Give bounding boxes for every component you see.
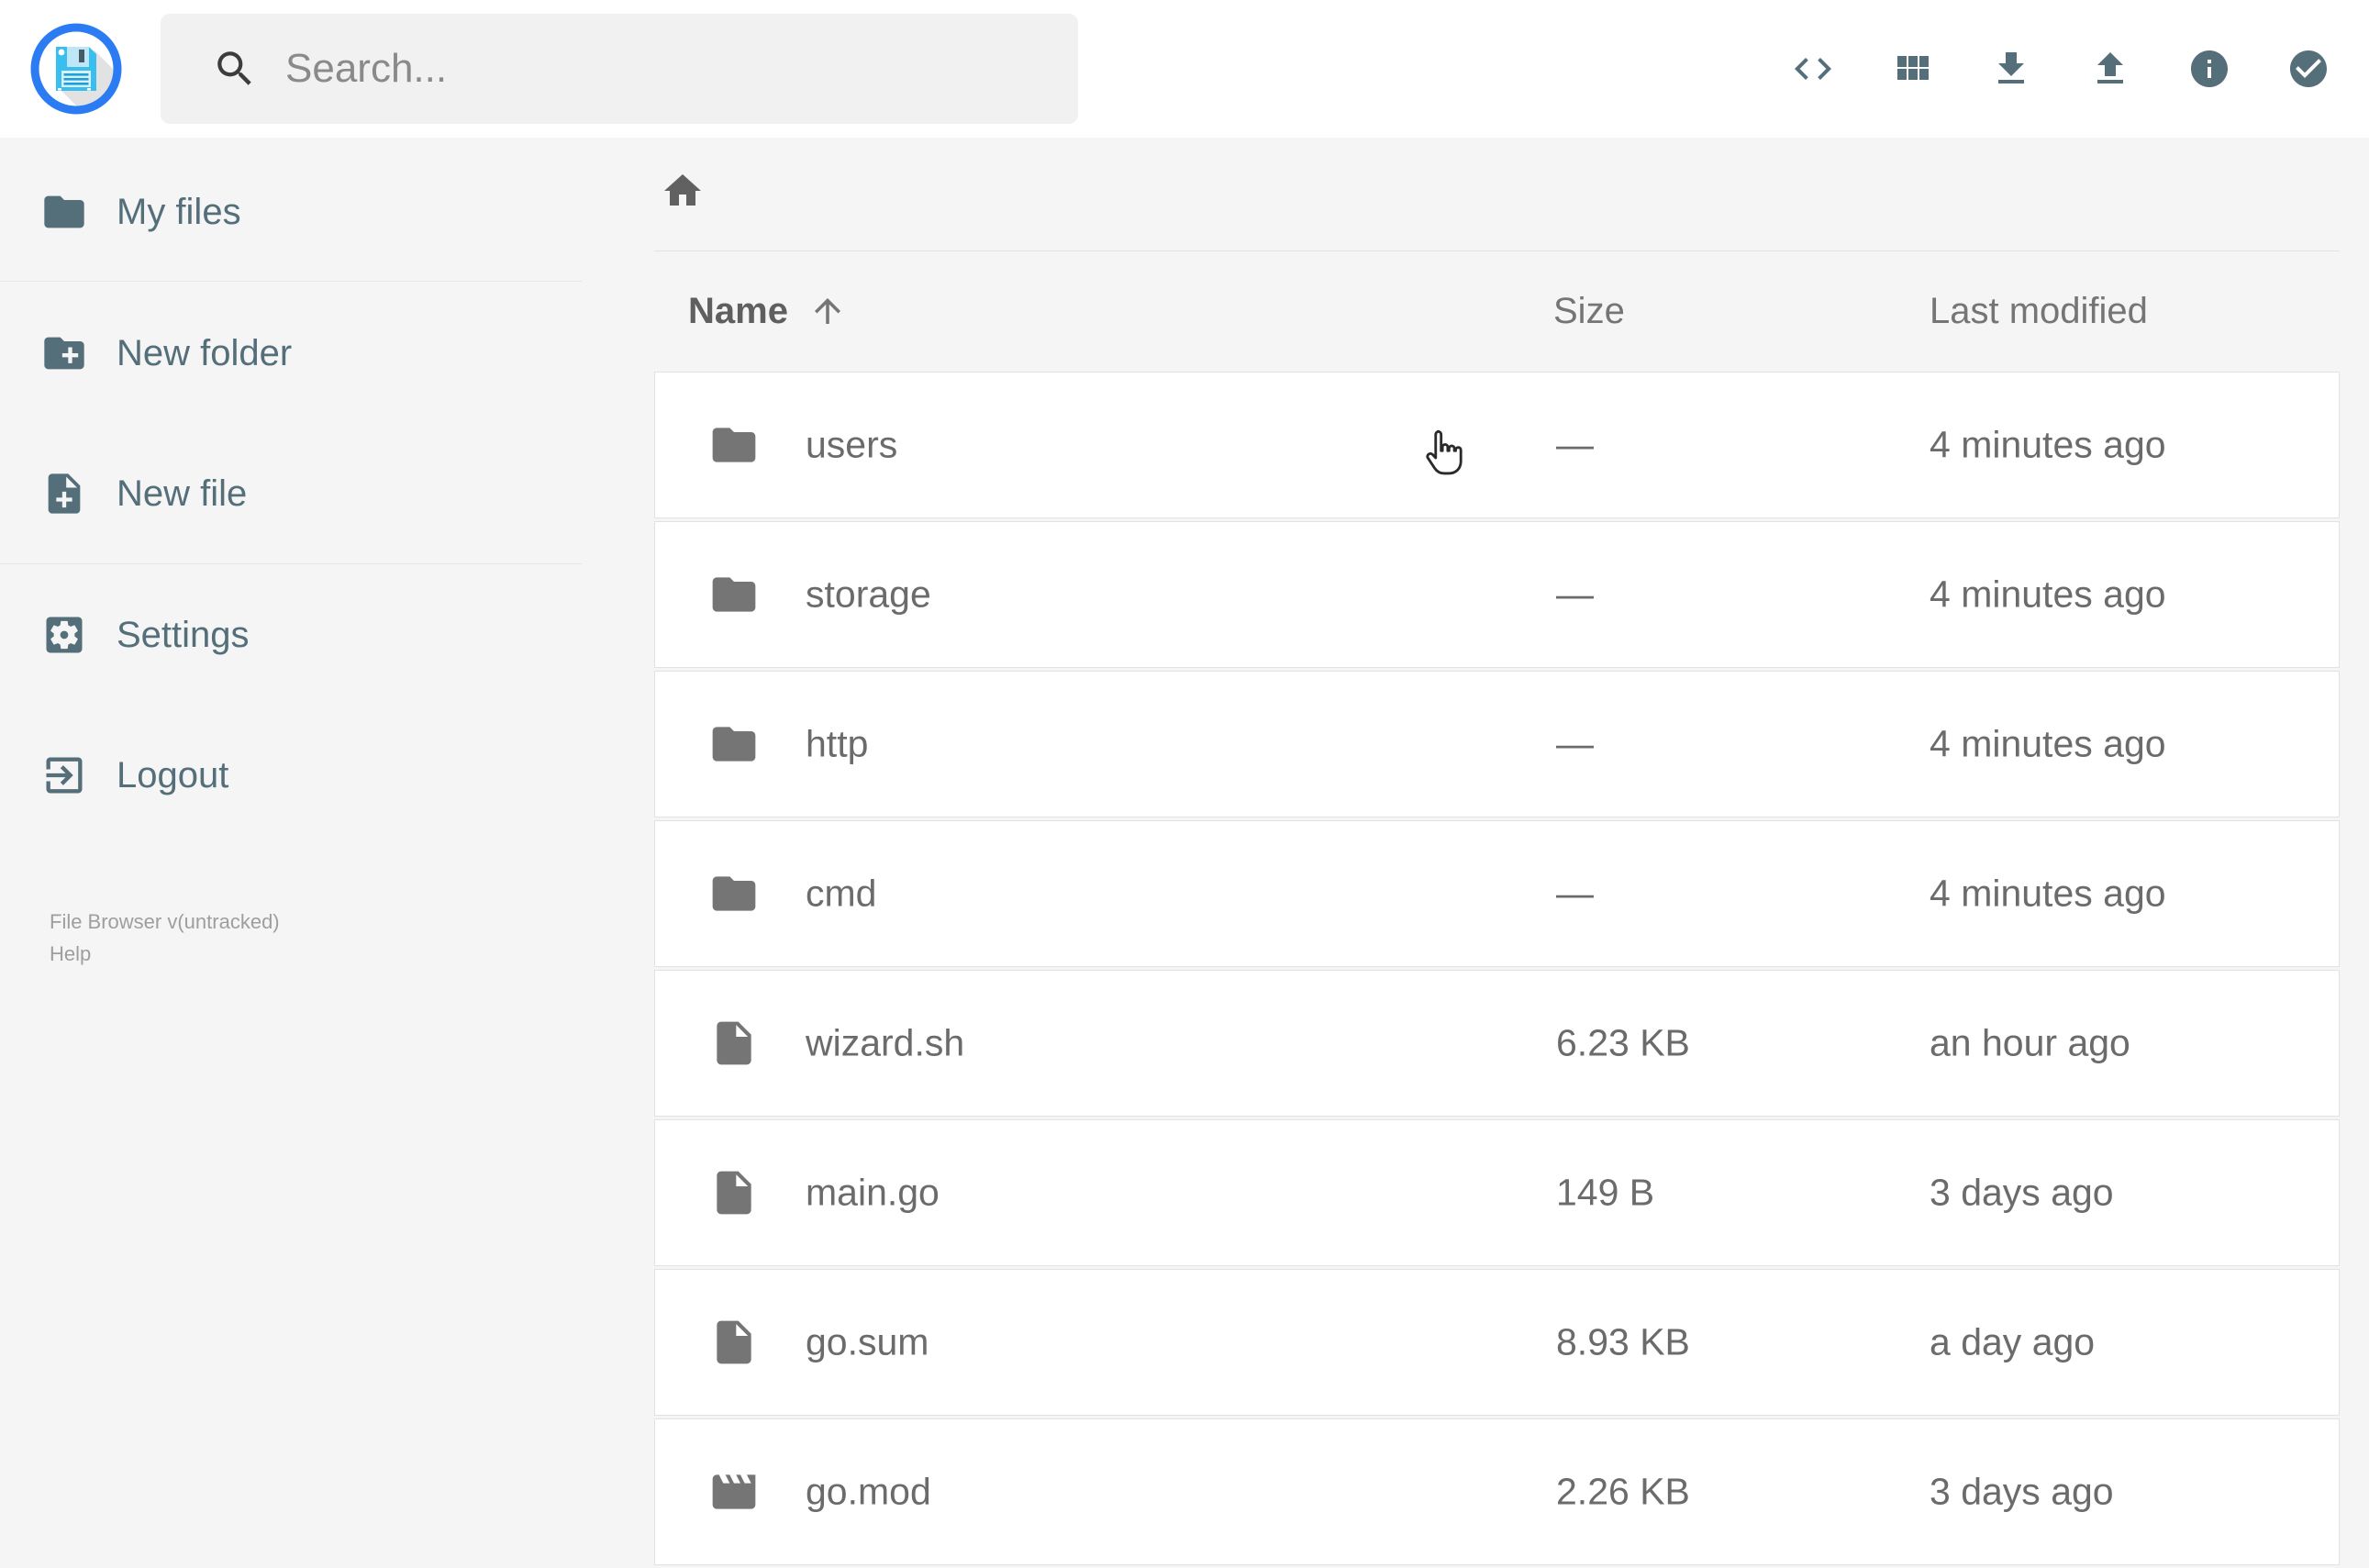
file-row-main-go[interactable]: main.go 149 B 3 days ago (654, 1119, 2340, 1266)
download-icon[interactable] (1989, 47, 2033, 91)
file-name: wizard.sh (806, 1021, 965, 1064)
help-link[interactable]: Help (50, 942, 91, 966)
movie-icon (708, 1466, 760, 1518)
column-header-size-label: Size (1553, 290, 1625, 331)
file-name: go.sum (806, 1320, 929, 1363)
main-content: Name Size Last modified users — 4 minute… (654, 138, 2340, 1565)
sidebar-item-logout[interactable]: Logout (0, 739, 582, 812)
topbar (0, 0, 2369, 138)
file-row-users[interactable]: users — 4 minutes ago (654, 372, 2340, 518)
breadcrumb-divider (654, 250, 2340, 251)
file-modified: 4 minutes ago (1930, 722, 2166, 765)
sidebar-item-label: Settings (117, 614, 250, 655)
upload-icon[interactable] (2088, 47, 2132, 91)
file-listing: users — 4 minutes ago storage — 4 minute… (654, 372, 2340, 1568)
info-icon[interactable] (2187, 47, 2231, 91)
file-modified: 4 minutes ago (1930, 573, 2166, 616)
breadcrumb-home[interactable] (661, 169, 705, 213)
folder-icon (708, 569, 760, 620)
file-row-http[interactable]: http — 4 minutes ago (654, 671, 2340, 817)
sidebar-item-label: New file (117, 473, 248, 514)
code-icon[interactable] (1791, 47, 1835, 91)
file-row-cmd[interactable]: cmd — 4 minutes ago (654, 820, 2340, 967)
file-size: — (1556, 573, 1594, 616)
search-icon (217, 51, 251, 85)
file-icon (708, 1018, 760, 1069)
sidebar-item-label: My files (117, 191, 241, 232)
arrow-up-icon (814, 298, 840, 324)
note-add-icon (48, 473, 81, 514)
home-icon (664, 174, 701, 206)
sidebar-divider (0, 563, 582, 564)
file-size: — (1556, 423, 1594, 466)
file-modified: 3 days ago (1930, 1470, 2114, 1513)
file-name: go.mod (806, 1470, 931, 1513)
sidebar: My files New folder New file Settings Lo… (0, 138, 582, 1523)
file-size: 149 B (1556, 1171, 1655, 1214)
folder-icon (44, 195, 84, 228)
search-bar[interactable] (161, 14, 1078, 124)
sidebar-item-new-folder[interactable]: New folder (0, 317, 582, 390)
file-icon (708, 1167, 760, 1218)
file-modified: 4 minutes ago (1930, 872, 2166, 915)
sidebar-item-my-files[interactable]: My files (0, 175, 582, 249)
column-header-name-label: Name (688, 290, 788, 331)
floppy-disk-icon (56, 47, 96, 91)
file-row-storage[interactable]: storage — 4 minutes ago (654, 521, 2340, 668)
file-modified: 4 minutes ago (1930, 423, 2166, 466)
sidebar-item-new-file[interactable]: New file (0, 457, 582, 530)
file-name: http (806, 722, 869, 765)
topbar-actions (1736, 0, 2330, 138)
file-modified: 3 days ago (1930, 1171, 2114, 1214)
file-size: 6.23 KB (1556, 1021, 1690, 1064)
column-header-name[interactable]: Name (688, 289, 847, 333)
file-size: — (1556, 722, 1594, 765)
sidebar-item-label: Logout (117, 754, 229, 795)
file-row-go-sum[interactable]: go.sum 8.93 KB a day ago (654, 1269, 2340, 1416)
file-modified: a day ago (1930, 1320, 2096, 1363)
create-new-folder-icon (44, 337, 84, 370)
file-size: 2.26 KB (1556, 1470, 1690, 1513)
logout-icon (46, 757, 83, 794)
sidebar-item-settings[interactable]: Settings (0, 598, 582, 672)
column-header-modified-label: Last modified (1930, 290, 2148, 331)
column-header-size[interactable]: Size (1553, 289, 1625, 333)
file-modified: an hour ago (1930, 1021, 2130, 1064)
sidebar-item-label: New folder (117, 332, 293, 373)
check-circle-icon[interactable] (2286, 47, 2330, 91)
folder-icon (708, 718, 760, 770)
file-row-wizard-sh[interactable]: wizard.sh 6.23 KB an hour ago (654, 970, 2340, 1117)
column-header-modified[interactable]: Last modified (1930, 289, 2148, 333)
search-input[interactable] (285, 46, 1038, 92)
sidebar-divider (0, 281, 582, 282)
settings-icon (46, 617, 83, 653)
file-row-go-mod[interactable]: go.mod 2.26 KB 3 days ago (654, 1418, 2340, 1565)
file-name: storage (806, 573, 931, 616)
file-name: main.go (806, 1171, 940, 1214)
file-size: — (1556, 872, 1594, 915)
file-name: cmd (806, 872, 877, 915)
folder-icon (708, 868, 760, 919)
version-text: File Browser v(untracked) (50, 910, 280, 933)
file-name: users (806, 423, 898, 466)
folder-icon (708, 419, 760, 471)
filebrowser-logo[interactable] (30, 23, 122, 115)
view-module-icon[interactable] (1890, 47, 1934, 91)
file-size: 8.93 KB (1556, 1320, 1690, 1363)
file-icon (708, 1317, 760, 1368)
